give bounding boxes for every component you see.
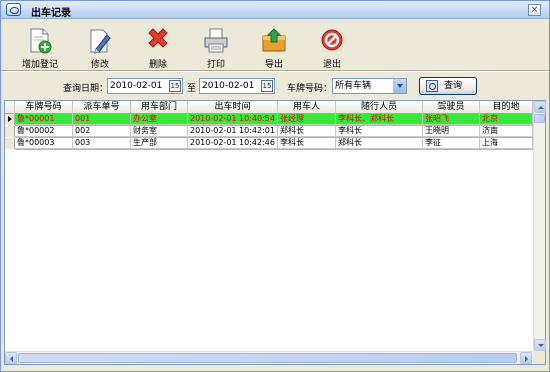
scroll-down-button[interactable] [534, 339, 546, 351]
add-register-button[interactable]: 增加登记 [15, 23, 65, 70]
row-indicator [5, 114, 15, 125]
print-icon [204, 28, 228, 53]
row-indicator [5, 126, 15, 137]
print-label: 打印 [206, 60, 225, 70]
to-label: 至 [187, 84, 197, 94]
column-header[interactable]: 目的地 [480, 101, 533, 114]
start-date-field[interactable]: 2010-02-01 15 [107, 78, 183, 94]
table-cell[interactable]: 北京 [480, 114, 533, 125]
query-bar: 查询日期： 2010-02-01 15 至 2010-02-01 15 车牌号码… [1, 72, 549, 100]
search-icon [426, 80, 438, 92]
exit-label: 退出 [322, 60, 341, 70]
vertical-scroll-thumb[interactable] [534, 114, 545, 123]
window: 出车记录 × 增加登记 修改 删除 打印 导出 退出 查询日期： 2010-02… [0, 0, 550, 372]
chevron-down-icon[interactable] [393, 79, 406, 93]
table-cell[interactable]: 李科长 [278, 138, 336, 149]
end-date-calendar-button[interactable]: 15 [261, 80, 273, 92]
exit-icon [321, 29, 343, 51]
scroll-right-button[interactable] [520, 352, 532, 364]
table-cell[interactable]: 001 [73, 114, 131, 125]
add-register-icon [30, 28, 52, 54]
edit-label: 修改 [90, 60, 109, 70]
column-header[interactable]: 用车人 [278, 101, 336, 114]
table-cell[interactable]: 鲁*00002 [15, 126, 73, 137]
print-button[interactable]: 打印 [191, 23, 241, 70]
edit-button[interactable]: 修改 [75, 23, 125, 70]
query-button-label: 查询 [444, 81, 463, 91]
table-cell[interactable]: 003 [73, 138, 131, 149]
horizontal-scrollbar[interactable] [5, 351, 533, 364]
table-cell[interactable]: 王晓明 [423, 126, 480, 137]
window-title: 出车记录 [31, 8, 71, 19]
table-cell[interactable]: 财务室 [131, 126, 188, 137]
table-cell[interactable]: 鲁*00001 [15, 114, 73, 125]
horizontal-scroll-thumb[interactable] [18, 353, 517, 363]
table-cell[interactable]: 2010-02-01 10:42:01 [188, 126, 278, 137]
plate-select-value: 所有车辆 [335, 81, 372, 91]
row-divider [15, 149, 533, 150]
table-cell[interactable]: 李科长、郑科长 [336, 114, 423, 125]
export-button[interactable]: 导出 [249, 23, 299, 70]
add-register-label: 增加登记 [21, 60, 58, 70]
vertical-scrollbar[interactable] [533, 101, 546, 351]
table-cell[interactable]: 鲁*00003 [15, 138, 73, 149]
scroll-left-button[interactable] [5, 352, 17, 364]
column-header[interactable]: 随行人员 [336, 101, 423, 114]
toolbar: 增加登记 修改 删除 打印 导出 退出 [1, 20, 549, 70]
table-cell[interactable]: 002 [73, 126, 131, 137]
table-cell[interactable]: 李科长 [336, 126, 423, 137]
arrow-down-icon [538, 344, 544, 347]
start-date-calendar-button[interactable]: 15 [169, 80, 181, 92]
row-pointer-icon [8, 116, 12, 122]
plate-label: 车牌号码： [287, 84, 333, 94]
end-date-value: 2010-02-01 [202, 81, 255, 91]
app-icon [6, 3, 21, 16]
row-indicator [5, 138, 15, 149]
end-date-field[interactable]: 2010-02-01 15 [199, 78, 275, 94]
column-header[interactable]: 出车时间 [188, 101, 278, 114]
table-cell[interactable]: 办公室 [131, 114, 188, 125]
title-bar: 出车记录 × [1, 1, 549, 19]
table-cell[interactable]: 张经理 [278, 114, 336, 125]
delete-icon [148, 28, 168, 48]
column-header[interactable]: 车牌号码 [15, 101, 73, 114]
table-cell[interactable]: 张昭飞 [423, 114, 480, 125]
arrow-left-icon [10, 356, 13, 362]
export-icon [262, 28, 286, 52]
query-date-label: 查询日期： [63, 84, 109, 94]
table-header: 车牌号码 派车单号 用车部门 出车时间 用车人 随行人员 驾驶员 目的地 [5, 101, 533, 114]
records-table: 车牌号码 派车单号 用车部门 出车时间 用车人 随行人员 驾驶员 目的地 鲁*0… [4, 100, 546, 365]
table-cell[interactable]: 郑科长 [278, 126, 336, 137]
table-cell[interactable]: 郑科长 [336, 138, 423, 149]
table-cell[interactable]: 上海 [480, 138, 533, 149]
exit-button[interactable]: 退出 [307, 23, 357, 70]
delete-label: 删除 [148, 60, 167, 70]
scroll-up-button[interactable] [534, 101, 546, 113]
close-button[interactable]: × [528, 4, 541, 16]
arrow-up-icon [538, 106, 544, 109]
export-label: 导出 [264, 60, 283, 70]
table-cell[interactable]: 李征 [423, 138, 480, 149]
edit-icon [90, 29, 111, 54]
scrollbar-corner [533, 351, 545, 364]
arrow-right-icon [525, 356, 528, 362]
table-cell[interactable]: 生产部 [131, 138, 188, 149]
column-header[interactable]: 驾驶员 [423, 101, 480, 114]
header-corner [5, 101, 15, 114]
column-header[interactable]: 派车单号 [73, 101, 131, 114]
query-button[interactable]: 查询 [419, 77, 477, 95]
delete-button[interactable]: 删除 [133, 23, 183, 70]
column-header[interactable]: 用车部门 [131, 101, 188, 114]
table-cell[interactable]: 济南 [480, 126, 533, 137]
table-cell[interactable]: 2010-02-01 10:40:54 [188, 114, 278, 125]
start-date-value: 2010-02-01 [110, 81, 163, 91]
plate-select[interactable]: 所有车辆 [332, 78, 407, 94]
table-cell[interactable]: 2010-02-01 10:42:46 [188, 138, 278, 149]
